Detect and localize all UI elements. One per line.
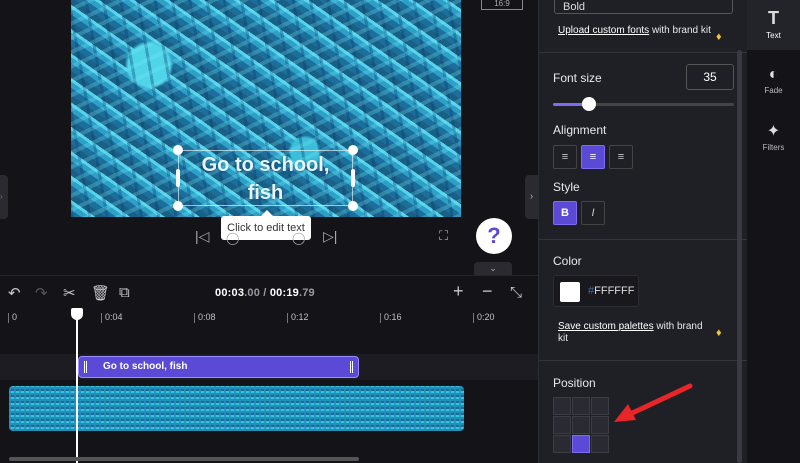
position-bottom-center[interactable]: [572, 435, 590, 453]
font-size-slider-thumb[interactable]: [582, 97, 597, 111]
total-time: 00:19: [269, 287, 299, 299]
ruler-tick: 0:20: [473, 312, 495, 323]
ruler-tick: 0: [7, 312, 18, 323]
position-top-center[interactable]: [572, 397, 590, 415]
resize-handle-top-right[interactable]: [348, 145, 358, 155]
save-palettes-link[interactable]: Save custom palettes: [558, 321, 654, 332]
duplicate-icon[interactable]: ⧉: [119, 284, 130, 301]
resize-handle-bottom-right[interactable]: [348, 201, 358, 211]
rail-item-label: Filters: [762, 143, 785, 152]
text-overlay[interactable]: Go to school, fish: [178, 151, 353, 207]
position-middle-center[interactable]: [572, 416, 590, 434]
resize-handle-left[interactable]: [176, 169, 180, 187]
align-left-button[interactable]: ≡: [553, 145, 577, 169]
fade-icon: ◐: [768, 66, 779, 83]
divider: [539, 52, 748, 53]
style-label: Style: [553, 180, 580, 194]
zoom-in-icon[interactable]: +: [453, 281, 464, 302]
current-time-frac: .00: [244, 287, 261, 299]
filters-wand-icon: ✦: [766, 123, 781, 140]
split-scissors-icon[interactable]: ✂: [63, 284, 76, 302]
playhead[interactable]: [71, 308, 83, 463]
skip-forward-icon[interactable]: ▷|: [323, 228, 337, 245]
ruler-tick: 0:12: [287, 312, 309, 323]
help-button[interactable]: ?: [476, 218, 512, 254]
text-clip[interactable]: Go to school, fish: [78, 356, 359, 378]
rail-item-filters[interactable]: ✦ Filters: [747, 113, 800, 163]
text-icon: T: [768, 8, 779, 28]
chevron-down-icon[interactable]: ⌄: [474, 262, 512, 275]
collapse-left-icon[interactable]: ›: [0, 175, 8, 219]
panel-scrollbar[interactable]: [737, 50, 742, 463]
ruler-tick: 0:16: [380, 312, 402, 323]
timeline: ↶ ↷ ✂ 🗑 ⧉ 00:03.00 / 00:19.79 + − ⤡ 0 0:…: [0, 275, 538, 463]
fullscreen-icon[interactable]: ⛶: [439, 228, 448, 244]
rail-item-label: Fade: [764, 86, 783, 95]
divider: [539, 360, 748, 361]
font-dropdown[interactable]: Bold: [554, 0, 733, 14]
align-center-button[interactable]: ≡: [581, 145, 605, 169]
position-label: Position: [553, 376, 596, 390]
aspect-ratio-button[interactable]: 16:9: [481, 0, 523, 10]
italic-button[interactable]: I: [581, 201, 605, 225]
text-clip-label: Go to school, fish: [103, 361, 188, 372]
timeline-toolbar: ↶ ↷ ✂ 🗑 ⧉ 00:03.00 / 00:19.79 + − ⤡: [0, 276, 538, 310]
rail-item-fade[interactable]: ◐ Fade: [747, 58, 800, 108]
color-label: Color: [553, 254, 582, 268]
rewind-icon[interactable]: ◯: [226, 231, 239, 245]
save-palettes-line: Save custom palettes with brand kit: [558, 321, 713, 345]
upload-fonts-suffix: with brand kit: [649, 25, 711, 36]
color-picker[interactable]: #FFFFFF: [553, 275, 639, 307]
timeline-scrollbar[interactable]: [9, 457, 359, 461]
resize-handle-right[interactable]: [351, 169, 355, 187]
position-top-right[interactable]: [591, 397, 609, 415]
preview-area: Go to school, fish Click to edit text 16…: [0, 0, 538, 275]
position-bottom-left[interactable]: [553, 435, 571, 453]
rail-item-text[interactable]: T Text: [747, 0, 800, 50]
bold-button[interactable]: B: [553, 201, 577, 225]
clip-trim-handle-left[interactable]: [84, 361, 87, 373]
divider: [539, 239, 748, 240]
fit-timeline-icon[interactable]: ⤡: [510, 284, 522, 301]
alignment-label: Alignment: [553, 123, 607, 137]
delete-trash-icon[interactable]: 🗑: [91, 284, 110, 302]
position-middle-right[interactable]: [591, 416, 609, 434]
timecode: 00:03.00 / 00:19.79: [215, 287, 315, 299]
collapse-panel-icon[interactable]: ›: [525, 175, 538, 219]
premium-gem-icon: ♦: [716, 31, 722, 43]
font-size-label: Font size: [553, 71, 602, 85]
redo-icon[interactable]: ↷: [35, 284, 48, 302]
time-separator: /: [260, 287, 270, 299]
clip-trim-handle-right[interactable]: [350, 361, 353, 373]
zoom-out-icon[interactable]: −: [482, 281, 493, 302]
text-overlay-box[interactable]: Go to school, fish: [173, 145, 358, 211]
color-hex: #FFFFFF: [588, 285, 634, 297]
premium-gem-icon: ♦: [716, 327, 722, 339]
color-hex-value: FFFFFF: [594, 285, 635, 297]
upload-fonts-link[interactable]: Upload custom fonts: [558, 25, 649, 36]
upload-fonts-line: Upload custom fonts with brand kit: [558, 25, 713, 37]
total-time-frac: .79: [298, 287, 315, 299]
rail-item-label: Text: [766, 31, 781, 40]
current-time: 00:03: [215, 287, 245, 299]
position-grid: [553, 397, 609, 453]
skip-back-icon[interactable]: |◁: [195, 228, 209, 245]
font-size-slider[interactable]: [553, 97, 734, 111]
undo-icon[interactable]: ↶: [8, 284, 21, 302]
position-middle-left[interactable]: [553, 416, 571, 434]
color-chip: [560, 282, 580, 302]
position-top-left[interactable]: [553, 397, 571, 415]
ruler-tick: 0:04: [101, 312, 123, 323]
resize-handle-bottom-left[interactable]: [173, 201, 183, 211]
annotation-arrow-icon: [614, 383, 693, 422]
position-bottom-right[interactable]: [591, 435, 609, 453]
ruler-tick: 0:08: [194, 312, 216, 323]
font-size-input[interactable]: 35: [686, 64, 734, 90]
forward-icon[interactable]: ◯: [292, 231, 305, 245]
right-rail: T Text ◐ Fade ✦ Filters: [747, 0, 800, 463]
resize-handle-top-left[interactable]: [173, 145, 183, 155]
align-right-button[interactable]: ≡: [609, 145, 633, 169]
